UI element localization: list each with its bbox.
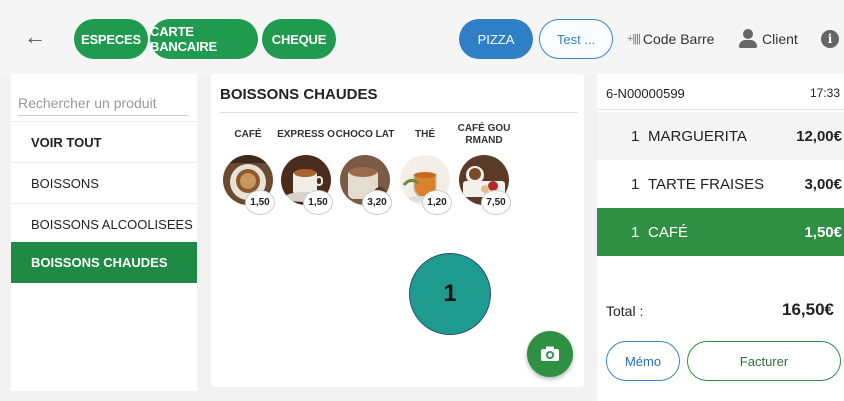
camera-icon xyxy=(541,346,559,361)
divider xyxy=(597,109,844,110)
product-price: 1,50 xyxy=(245,190,275,215)
ticket-panel: 6-N00000599 17:33 1 MARGUERITA 12,00€ 1 … xyxy=(597,74,844,401)
camera-button[interactable] xyxy=(527,331,573,377)
total-amount: 16,50€ xyxy=(782,300,834,319)
product-name: THÉ xyxy=(415,129,435,140)
barcode-icon: +|||| xyxy=(627,33,641,45)
product-name: CAFÉ GOU RMAND xyxy=(457,123,511,146)
ticket-number: 6-N00000599 xyxy=(606,86,685,101)
products-category-title: BOISSONS CHAUDES xyxy=(220,86,378,103)
products-panel: BOISSONS CHAUDES CAFÉ 1,50 EXPRESS O 1,5… xyxy=(211,74,584,387)
line-qty: 1 xyxy=(631,175,640,193)
top-toolbar: ← ESPECES CARTE BANCAIRE CHEQUE PIZZA Te… xyxy=(0,0,844,76)
product-expresso[interactable]: EXPRESS O 1,50 xyxy=(277,121,335,231)
product-price: 7,50 xyxy=(481,190,511,215)
product-price: 3,20 xyxy=(362,190,392,215)
line-amount: 12,00€ xyxy=(796,127,842,145)
barcode-label: Code Barre xyxy=(642,31,715,47)
back-arrow-icon[interactable]: ← xyxy=(24,26,46,48)
divider xyxy=(220,112,578,113)
line-label: CAFÉ xyxy=(648,223,689,241)
ticket-line[interactable]: 1 MARGUERITA 12,00€ xyxy=(597,112,844,160)
product-cafe[interactable]: CAFÉ 1,50 xyxy=(220,121,276,231)
line-amount: 3,00€ xyxy=(804,175,842,193)
line-label: TARTE FRAISES xyxy=(648,175,765,193)
category-voir-tout[interactable]: VOIR TOUT xyxy=(11,121,197,162)
product-name: CAFÉ xyxy=(234,129,262,140)
product-price: 1,20 xyxy=(422,190,452,215)
annotation-badge: 1 xyxy=(409,253,491,335)
category-panel-empty-area xyxy=(11,296,197,391)
client-button[interactable]: Client xyxy=(738,26,798,52)
line-qty: 1 xyxy=(631,223,640,241)
table-pizza-button[interactable]: PIZZA xyxy=(459,19,533,59)
barcode-button[interactable]: +|||| Code Barre xyxy=(627,28,714,50)
client-label: Client xyxy=(762,31,798,47)
product-name: CHOCO LAT xyxy=(335,129,395,140)
ticket-line[interactable]: 1 TARTE FRAISES 3,00€ xyxy=(597,160,844,208)
product-price: 1,50 xyxy=(303,190,333,215)
product-name: EXPRESS O xyxy=(277,129,335,140)
product-the[interactable]: THÉ 1,20 xyxy=(397,121,453,231)
product-search-input[interactable] xyxy=(18,88,188,116)
category-panel: VOIR TOUT BOISSONS BOISSONS ALCOOLISEES … xyxy=(11,74,197,296)
ticket-time: 17:33 xyxy=(809,86,840,100)
pay-card-button[interactable]: CARTE BANCAIRE xyxy=(150,19,258,59)
line-qty: 1 xyxy=(631,127,640,145)
line-label: MARGUERITA xyxy=(648,127,747,145)
pay-cheque-button[interactable]: CHEQUE xyxy=(262,19,336,59)
person-icon xyxy=(738,29,758,49)
category-boissons-alcoolisees[interactable]: BOISSONS ALCOOLISEES xyxy=(11,203,197,244)
info-icon[interactable]: i xyxy=(821,30,839,48)
product-cafe-gourmand[interactable]: CAFÉ GOU RMAND 7,50 xyxy=(456,121,512,231)
memo-button[interactable]: Mémo xyxy=(606,341,680,381)
ticket-line-selected[interactable]: 1 CAFÉ 1,50€ xyxy=(597,208,844,256)
pay-cash-button[interactable]: ESPECES xyxy=(74,19,148,59)
invoice-button[interactable]: Facturer xyxy=(687,341,841,381)
category-boissons-chaudes[interactable]: BOISSONS CHAUDES xyxy=(11,242,197,283)
category-boissons[interactable]: BOISSONS xyxy=(11,162,197,203)
line-amount: 1,50€ xyxy=(804,223,842,241)
table-test-button[interactable]: Test ... xyxy=(539,19,613,59)
total-label: Total : xyxy=(606,303,644,319)
product-chocolat[interactable]: CHOCO LAT 3,20 xyxy=(336,121,394,231)
